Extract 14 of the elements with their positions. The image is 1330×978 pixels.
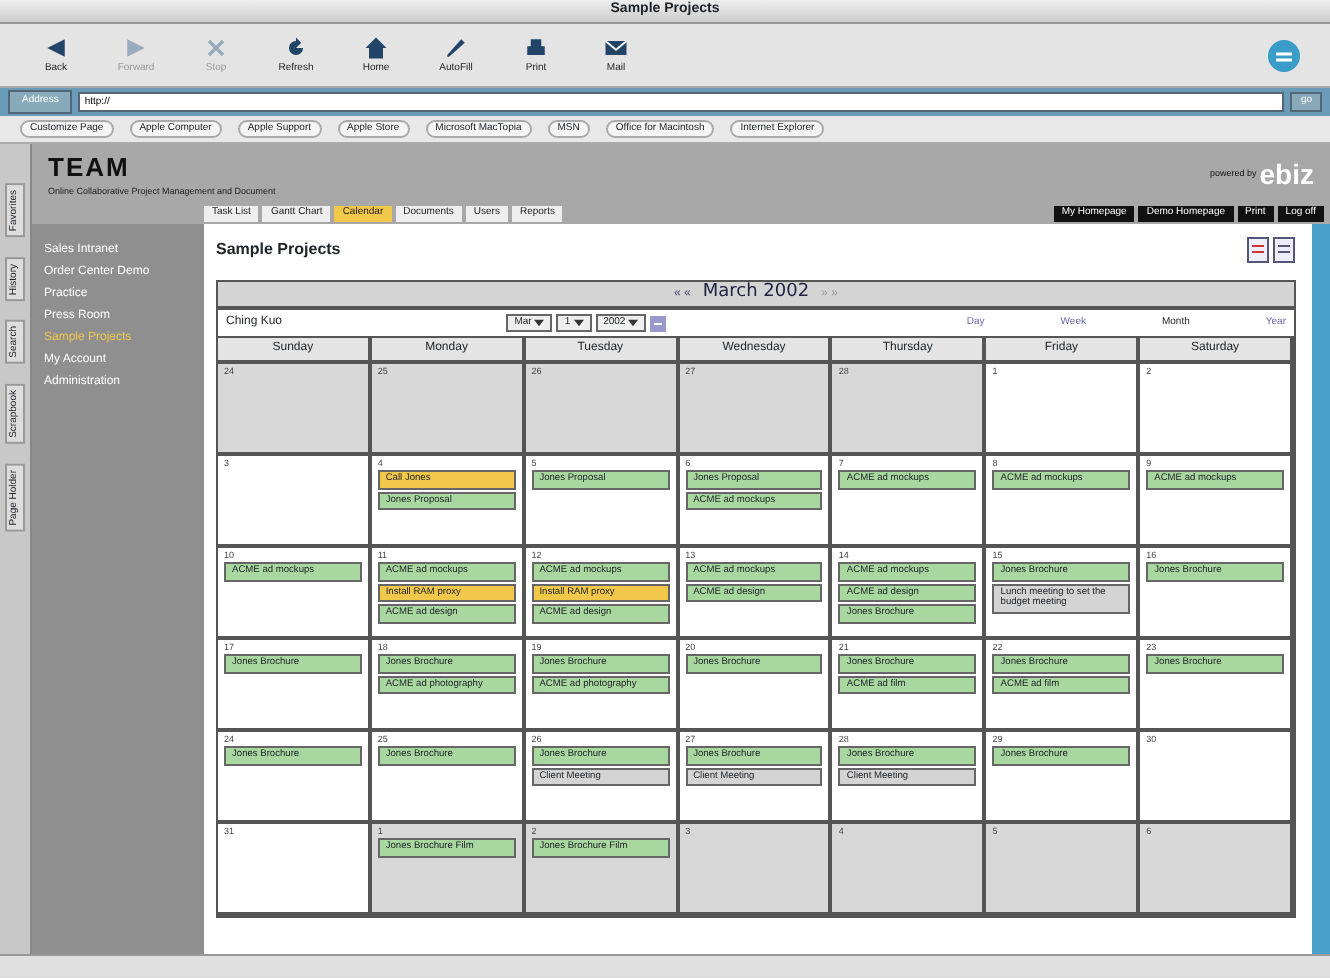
forward-arrow-icon: [122, 33, 150, 62]
caret-icon: [628, 318, 639, 328]
calendar-page-icon[interactable]: [1272, 236, 1296, 264]
caret-icon: [534, 318, 545, 328]
browser-logo-icon: [1266, 37, 1302, 73]
back-arrow-icon: [42, 33, 70, 62]
add-event-icon[interactable]: [1245, 236, 1269, 264]
logo-text: TEAM: [48, 149, 132, 186]
page-title: Sample Projects: [216, 238, 341, 262]
pencil-icon: [442, 33, 470, 62]
home-icon: [362, 33, 390, 62]
month-title: March 2002: [702, 280, 810, 307]
brand-logo-text: ebiz: [1259, 155, 1314, 193]
caret-icon: [573, 318, 584, 328]
